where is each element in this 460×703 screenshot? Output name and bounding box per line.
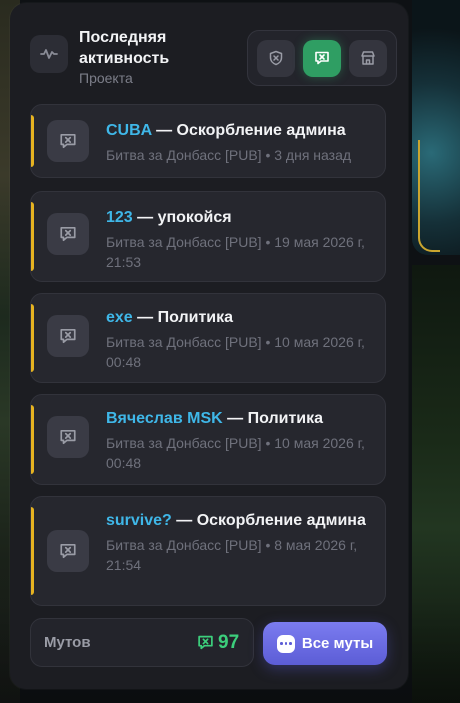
item-user[interactable]: 123 [106, 209, 133, 226]
item-reason: Оскорбление админа [196, 512, 366, 529]
mute-count-box: Мутов 97 [30, 618, 254, 667]
activity-item[interactable]: Вячеслав MSK — Политика Битва за Донбасс… [30, 394, 386, 485]
item-meta: Битва за Донбасс [PUB] • 8 мая 2026 г, 2… [106, 537, 358, 573]
item-user[interactable]: Вячеслав MSK [106, 410, 223, 427]
item-reason: упокойся [157, 209, 232, 226]
filter-store-button[interactable] [349, 39, 387, 77]
mute-count-value: 97 [218, 632, 240, 653]
item-title: exe — Политика [106, 309, 234, 326]
mute-count-label: Мутов [44, 634, 91, 651]
filter-group [247, 30, 397, 86]
activity-item[interactable]: exe — Политика Битва за Донбасс [PUB] • … [30, 293, 386, 383]
item-meta: Битва за Донбасс [PUB] • 3 дня назад [106, 147, 352, 163]
activity-icon [30, 35, 68, 73]
store-icon [361, 51, 375, 65]
mute-icon [47, 120, 89, 162]
item-user[interactable]: exe [106, 309, 133, 326]
item-meta: Битва за Донбасс [PUB] • 10 мая 2026 г, … [106, 435, 365, 471]
shield-icon [269, 50, 283, 66]
all-mutes-label: Все муты [301, 635, 374, 652]
item-reason: Политика [247, 410, 324, 427]
all-mutes-button[interactable]: Все муты [263, 622, 387, 665]
activity-item[interactable]: 123 — упокойся Битва за Донбасс [PUB] • … [30, 191, 386, 282]
activity-panel: Последняя активность Проекта CUBA — Оско… [10, 3, 408, 689]
mute-icon [47, 530, 89, 572]
item-meta: Битва за Донбасс [PUB] • 10 мая 2026 г, … [106, 334, 365, 370]
item-user[interactable]: CUBA [106, 122, 152, 139]
filter-bans-button[interactable] [257, 39, 295, 77]
item-reason: Оскорбление админа [176, 122, 346, 139]
item-title: CUBA — Оскорбление админа [106, 122, 346, 139]
panel-subtitle: Проекта [79, 70, 133, 86]
activity-item[interactable]: CUBA — Оскорбление админа Битва за Донба… [30, 104, 386, 178]
item-meta: Битва за Донбасс [PUB] • 19 мая 2026 г, … [106, 234, 365, 270]
mute-icon [47, 213, 89, 255]
panel-title: Последняя активность [79, 29, 170, 67]
filter-mutes-button[interactable] [303, 39, 341, 77]
chat-dots-icon [276, 634, 295, 653]
mute-icon [47, 315, 89, 357]
mute-icon [315, 51, 329, 65]
mute-icon [198, 635, 213, 650]
item-title: 123 — упокойся [106, 209, 232, 226]
panel-header: Последняя активность Проекта [30, 25, 397, 89]
item-user[interactable]: survive? [106, 512, 172, 529]
item-title: survive? — Оскорбление админа [106, 512, 366, 529]
mute-icon [47, 416, 89, 458]
activity-item[interactable]: survive? — Оскорбление админа Битва за Д… [30, 496, 386, 606]
item-reason: Политика [157, 309, 234, 326]
item-title: Вячеслав MSK — Политика [106, 410, 324, 427]
